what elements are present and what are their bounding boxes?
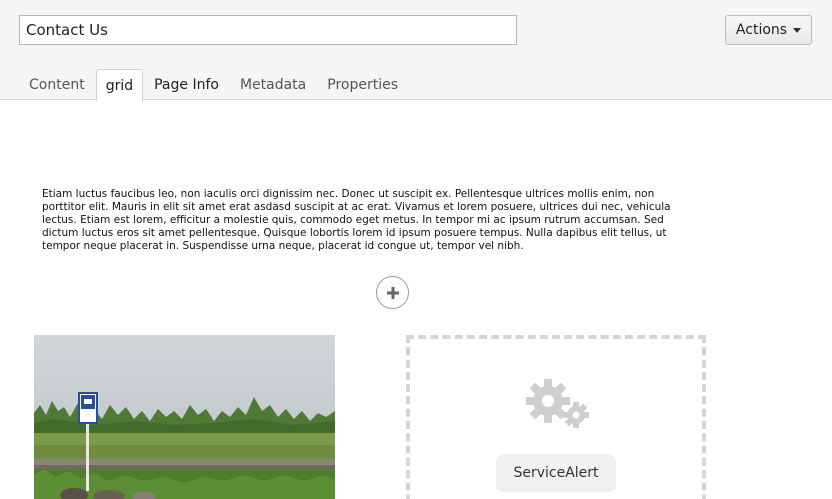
tab-label: Content (29, 77, 85, 93)
add-row-button[interactable] (376, 276, 409, 309)
bus-stop-image (34, 335, 335, 499)
content-paragraph[interactable]: Etiam luctus faucibus leo, non iaculis o… (42, 188, 692, 253)
tab-bar: Content grid Page Info Metadata Properti… (19, 69, 409, 101)
actions-dropdown-button[interactable]: Actions (725, 15, 812, 45)
tab-label: Page Info (154, 77, 219, 93)
plus-icon (386, 286, 399, 299)
module-label[interactable]: ServiceAlert (496, 454, 616, 492)
tab-grid[interactable]: grid (95, 69, 144, 101)
tab-content[interactable]: Content (19, 69, 95, 100)
tab-page-info[interactable]: Page Info (144, 69, 229, 100)
actions-label: Actions (735, 22, 788, 38)
page-header: Actions Content grid Page Info Metadata … (0, 0, 832, 101)
tab-label: Metadata (239, 77, 307, 93)
tab-label: grid (105, 77, 134, 94)
service-alert-module[interactable]: ServiceAlert (406, 335, 706, 499)
caret-down-icon (793, 27, 802, 33)
tab-label: Properties (327, 77, 399, 93)
bus-stop-photo[interactable] (34, 335, 335, 499)
gears-icon (524, 377, 594, 429)
tab-properties[interactable]: Properties (317, 69, 408, 100)
page-title-input[interactable] (19, 15, 517, 45)
tab-metadata[interactable]: Metadata (230, 69, 316, 100)
